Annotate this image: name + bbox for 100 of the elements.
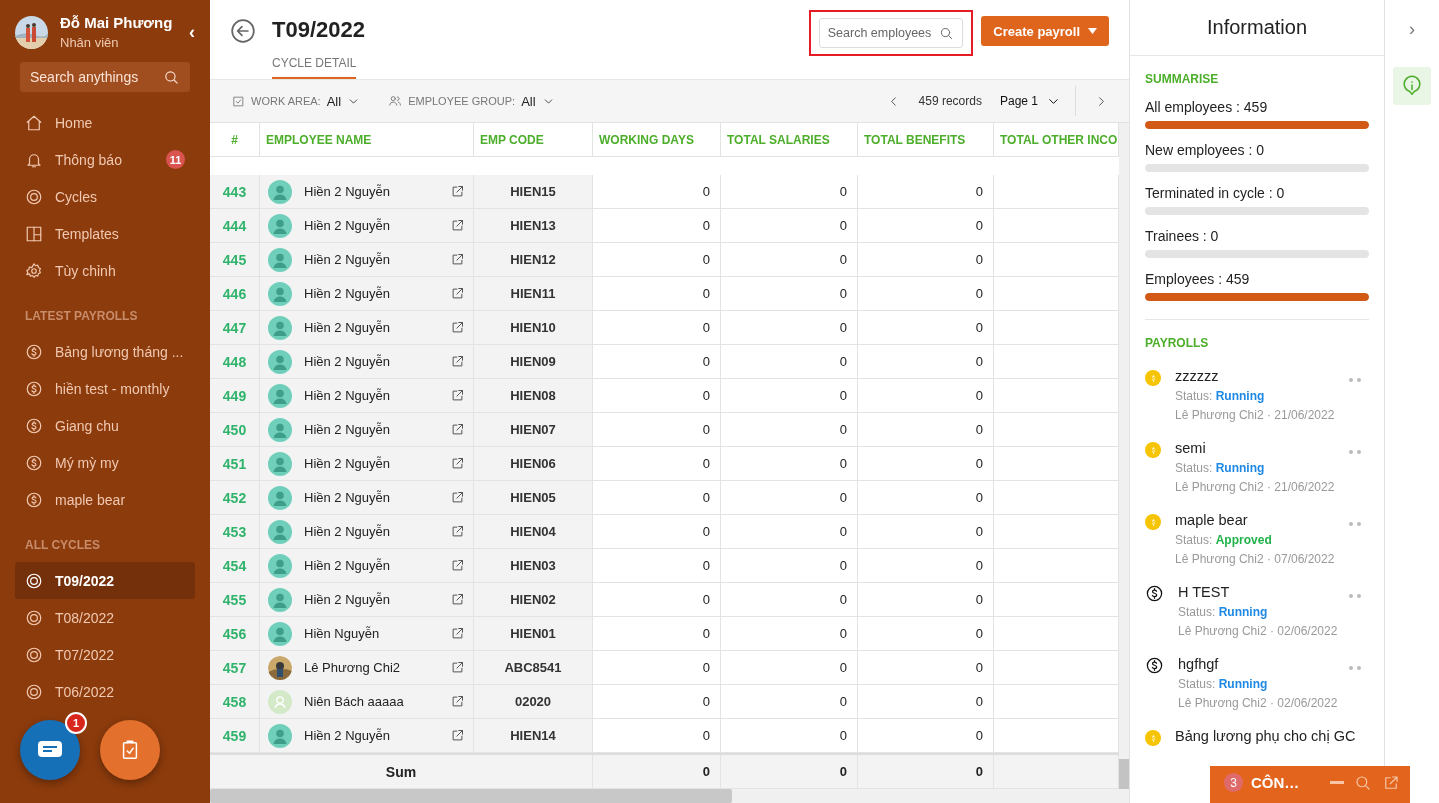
table-cell: 0 [593, 481, 721, 515]
table-cell: 0 [858, 243, 994, 277]
table-cell: 0 [858, 311, 994, 345]
external-link-icon [450, 218, 465, 233]
minimize-icon[interactable] [1330, 781, 1344, 784]
search-field[interactable]: Search employees [818, 18, 964, 48]
person-avatar [268, 315, 292, 340]
table-cell: 0 [858, 379, 994, 413]
table-cell: 0 [593, 413, 721, 447]
payroll-item[interactable]: hiền test - monthly [15, 370, 195, 407]
external-link-icon [450, 354, 465, 369]
table-cell: 0 [593, 311, 721, 345]
column-header: TOTAL SALARIES [721, 123, 858, 157]
table-cell: 0 [593, 651, 721, 685]
more-icon[interactable] [1349, 450, 1361, 454]
table-cell: HIEN14 [474, 719, 593, 753]
row-number: 444 [210, 209, 260, 243]
payroll-status: Status: Running [1178, 677, 1269, 691]
payroll-name[interactable]: maple bear [1175, 512, 1335, 528]
person-avatar [268, 621, 292, 646]
table-cell: 0 [593, 175, 721, 209]
external-link-icon [450, 456, 465, 471]
column-header: TOTAL BENEFITS [858, 123, 994, 157]
more-icon[interactable] [1349, 666, 1361, 670]
nav-item[interactable]: Thông báo 11 [15, 141, 195, 178]
table-cell: 0 [858, 413, 994, 447]
payroll-meta: Lê Phương Chi2 · 21/06/2022 [1175, 408, 1335, 422]
table-cell: HIEN01 [474, 617, 593, 651]
employee-name: Hiền 2 Nguyễn [304, 524, 391, 539]
payroll-name[interactable]: semi [1175, 440, 1335, 456]
stat-label: All employees : 459 [1145, 99, 1269, 115]
target-icon [25, 187, 43, 206]
column-header: # [210, 123, 260, 157]
table-cell: 0 [721, 515, 858, 549]
payroll-item[interactable]: maple bear [15, 481, 195, 518]
more-icon[interactable] [1349, 594, 1361, 598]
panel-title: Information [1130, 0, 1384, 56]
home-icon [25, 113, 43, 132]
payroll-name[interactable]: H TEST [1178, 584, 1338, 600]
page-select[interactable]: Page 1 [999, 86, 1076, 116]
table-cell: 0 [721, 277, 858, 311]
nav-item[interactable]: Tùy chỉnh [15, 252, 195, 289]
row-number: 447 [210, 311, 260, 345]
table-cell: 0 [721, 583, 858, 617]
chat-bar[interactable]: 3 CÔN… [1210, 766, 1410, 803]
row-number: 458 [210, 685, 260, 719]
table-cell: 0 [858, 515, 994, 549]
more-icon[interactable] [1349, 378, 1361, 382]
search-icon [939, 25, 955, 41]
payroll-item[interactable]: Bảng lương tháng ... [15, 333, 195, 370]
filter-value[interactable]: All [521, 93, 536, 109]
table-cell: 0 [593, 583, 721, 617]
person-avatar [268, 519, 292, 544]
row-number: 448 [210, 345, 260, 379]
search-field[interactable]: Search anythings [20, 62, 190, 92]
payroll-name[interactable]: hgfhgf [1178, 656, 1338, 672]
dollar-icon [25, 342, 43, 361]
cycle-item[interactable]: T09/2022 [15, 562, 195, 599]
collapse-button[interactable]: ‹ [189, 21, 195, 43]
scrollbar-thumb[interactable] [210, 789, 732, 803]
info-button[interactable] [1393, 67, 1431, 105]
cycle-item[interactable]: T07/2022 [15, 636, 195, 673]
payroll-item[interactable]: Mý mỳ my [15, 444, 195, 481]
external-link-icon [450, 184, 465, 199]
table-cell: 0 [721, 549, 858, 583]
cycle-item[interactable]: T06/2022 [15, 673, 195, 710]
scrollbar-thumb[interactable] [1119, 759, 1129, 789]
cycle-item[interactable]: T08/2022 [15, 599, 195, 636]
target-icon [25, 645, 43, 664]
external-link-icon [450, 558, 465, 573]
external-link-icon [450, 490, 465, 505]
nav-item[interactable]: Cycles [15, 178, 195, 215]
dollar-icon [1145, 584, 1164, 603]
person-avatar [268, 689, 292, 714]
payroll-name[interactable]: Bảng lương phụ cho chị GC [1175, 728, 1356, 744]
stat-label: Terminated in cycle : 0 [1145, 185, 1286, 201]
filter-label: WORK AREA: [251, 95, 321, 107]
nav-item[interactable]: Templates [15, 215, 195, 252]
external-link-icon [1382, 773, 1400, 792]
employee-name: Hiền 2 Nguyễn [304, 592, 391, 607]
chat-icon [38, 741, 62, 759]
nav-item[interactable]: Home [15, 104, 195, 141]
more-icon[interactable] [1349, 522, 1361, 526]
row-number: 450 [210, 413, 260, 447]
filter-value[interactable]: All [326, 93, 342, 109]
expand-button[interactable]: › [1403, 18, 1421, 41]
employee-name: Hiền 2 Nguyễn [304, 320, 391, 335]
payroll-item[interactable]: Giang chu [15, 407, 195, 444]
table-cell: 0 [858, 685, 994, 719]
employee-name: Hiền 2 Nguyễn [304, 286, 391, 301]
table-cell: HIEN11 [474, 277, 593, 311]
settings-icon [25, 261, 43, 280]
create-payroll-button[interactable]: Create payroll [981, 16, 1109, 46]
dollar-icon [25, 490, 43, 509]
person-avatar [268, 553, 292, 578]
employee-name: Hiền Nguyễn [304, 626, 381, 641]
payroll-name[interactable]: zzzzzz [1175, 368, 1335, 384]
row-number: 457 [210, 651, 260, 685]
person-avatar [268, 281, 292, 306]
table-cell: 0 [858, 481, 994, 515]
